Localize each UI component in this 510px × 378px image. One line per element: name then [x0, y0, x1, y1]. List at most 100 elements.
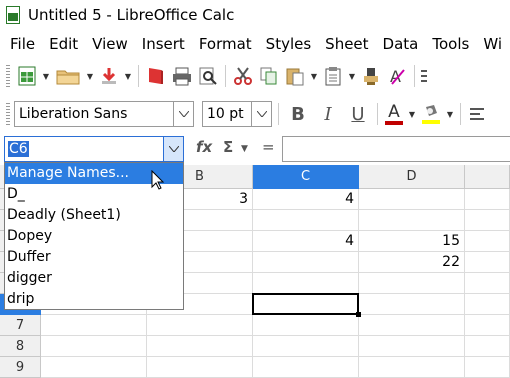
paste-icon[interactable] [282, 62, 308, 90]
export-pdf-icon[interactable] [143, 62, 169, 90]
mouse-pointer-icon [151, 169, 165, 194]
print-preview-icon[interactable] [195, 62, 221, 90]
empty-cell[interactable] [465, 357, 510, 378]
sum-dropdown-icon[interactable]: ▼ [241, 144, 248, 154]
row-header-8[interactable]: 8 [0, 336, 41, 357]
clipboard-dropdown-icon[interactable]: ▼ [346, 62, 358, 90]
chevron-down-icon[interactable] [251, 102, 271, 126]
bold-button[interactable]: B [283, 100, 313, 128]
clipboard-icon[interactable] [320, 62, 346, 90]
empty-cell[interactable] [465, 315, 510, 336]
empty-cell[interactable] [253, 315, 359, 336]
open-folder-icon[interactable] [52, 62, 84, 90]
font-size-value[interactable]: 10 pt [203, 106, 251, 122]
empty-cell[interactable] [465, 231, 510, 252]
menu-file[interactable]: File [0, 35, 42, 53]
open-dropdown-icon[interactable]: ▼ [84, 62, 96, 90]
font-size-box[interactable]: 10 pt [202, 101, 272, 127]
sum-icon[interactable]: Σ [223, 138, 233, 156]
empty-cell[interactable] [147, 315, 253, 336]
align-left-icon[interactable] [465, 100, 491, 128]
cut-icon[interactable] [230, 62, 256, 90]
empty-cell[interactable] [359, 273, 465, 294]
menu-view[interactable]: View [85, 35, 135, 53]
clear-formatting-icon[interactable]: A [384, 62, 410, 90]
toolbar-grip[interactable] [6, 65, 10, 87]
empty-cell[interactable] [147, 357, 253, 378]
font-name-box[interactable]: Liberation Sans [14, 101, 194, 127]
column-header-d[interactable]: D [359, 165, 465, 189]
empty-cell[interactable] [359, 210, 465, 231]
highlight-color-icon[interactable] [418, 100, 444, 128]
menu-insert[interactable]: Insert [135, 35, 192, 53]
empty-cell[interactable] [359, 336, 465, 357]
empty-cell[interactable] [359, 357, 465, 378]
empty-cell[interactable] [253, 336, 359, 357]
calc-app-icon [6, 6, 22, 24]
underline-button[interactable]: U [343, 100, 373, 128]
font-color-button[interactable]: A [382, 100, 406, 128]
cell-d3[interactable]: 15 [359, 231, 465, 252]
formula-equals-icon[interactable]: = [262, 138, 275, 156]
new-dropdown-icon[interactable]: ▼ [40, 62, 52, 90]
empty-cell[interactable] [41, 357, 147, 378]
empty-cell[interactable] [253, 210, 359, 231]
empty-cell[interactable] [465, 210, 510, 231]
column-header-e[interactable] [465, 165, 510, 189]
empty-cell[interactable] [359, 189, 465, 210]
more-options-icon[interactable] [419, 62, 429, 90]
empty-cell[interactable] [465, 294, 510, 315]
empty-cell[interactable] [359, 294, 465, 315]
paste-dropdown-icon[interactable]: ▼ [308, 62, 320, 90]
highlight-dropdown-icon[interactable]: ▼ [444, 100, 456, 128]
new-spreadsheet-icon[interactable] [14, 62, 40, 90]
save-dropdown-icon[interactable]: ▼ [122, 62, 134, 90]
font-color-dropdown-icon[interactable]: ▼ [406, 100, 418, 128]
empty-cell[interactable] [253, 273, 359, 294]
row-header-7[interactable]: 7 [0, 315, 41, 336]
empty-cell[interactable] [465, 336, 510, 357]
dropdown-item[interactable]: digger [5, 268, 183, 289]
empty-cell[interactable] [41, 315, 147, 336]
empty-cell[interactable] [41, 336, 147, 357]
dropdown-item[interactable]: drip [5, 289, 183, 310]
name-box-value[interactable]: C6 [8, 141, 29, 157]
empty-cell[interactable] [359, 315, 465, 336]
fill-handle[interactable] [356, 312, 361, 317]
menu-tools[interactable]: Tools [425, 35, 476, 53]
formula-input[interactable] [282, 136, 510, 162]
empty-cell[interactable] [465, 252, 510, 273]
name-box[interactable]: C6 [4, 136, 184, 162]
chevron-down-icon[interactable] [163, 137, 183, 161]
menu-data[interactable]: Data [376, 35, 426, 53]
menu-sheet[interactable]: Sheet [318, 35, 375, 53]
cell-c3[interactable]: 4 [253, 231, 359, 252]
column-header-c[interactable]: C [253, 165, 359, 189]
empty-cell[interactable] [465, 273, 510, 294]
dropdown-item[interactable]: Dopey [5, 226, 183, 247]
dropdown-item[interactable]: Duffer [5, 247, 183, 268]
save-icon[interactable] [96, 62, 122, 90]
menu-styles[interactable]: Styles [259, 35, 319, 53]
function-wizard-icon[interactable]: fx [196, 138, 212, 156]
dropdown-item[interactable]: Deadly (Sheet1) [5, 205, 183, 226]
cell-c1[interactable]: 4 [253, 189, 359, 210]
clone-formatting-icon[interactable] [358, 62, 384, 90]
empty-cell[interactable] [465, 189, 510, 210]
font-name-value[interactable]: Liberation Sans [15, 106, 173, 122]
row-header-9[interactable]: 9 [0, 357, 41, 378]
empty-cell[interactable] [253, 252, 359, 273]
menu-edit[interactable]: Edit [42, 35, 85, 53]
chevron-down-icon[interactable] [173, 102, 193, 126]
window-title: Untitled 5 - LibreOffice Calc [28, 6, 235, 24]
print-icon[interactable] [169, 62, 195, 90]
cell-d4[interactable]: 22 [359, 252, 465, 273]
menu-format[interactable]: Format [192, 35, 259, 53]
menu-window[interactable]: Wi [476, 35, 509, 53]
italic-button[interactable]: I [313, 100, 343, 128]
empty-cell[interactable] [147, 336, 253, 357]
empty-cell[interactable] [253, 357, 359, 378]
toolbar-grip[interactable] [6, 103, 10, 125]
copy-icon[interactable] [256, 62, 282, 90]
cell-cursor-c6[interactable] [252, 293, 361, 317]
